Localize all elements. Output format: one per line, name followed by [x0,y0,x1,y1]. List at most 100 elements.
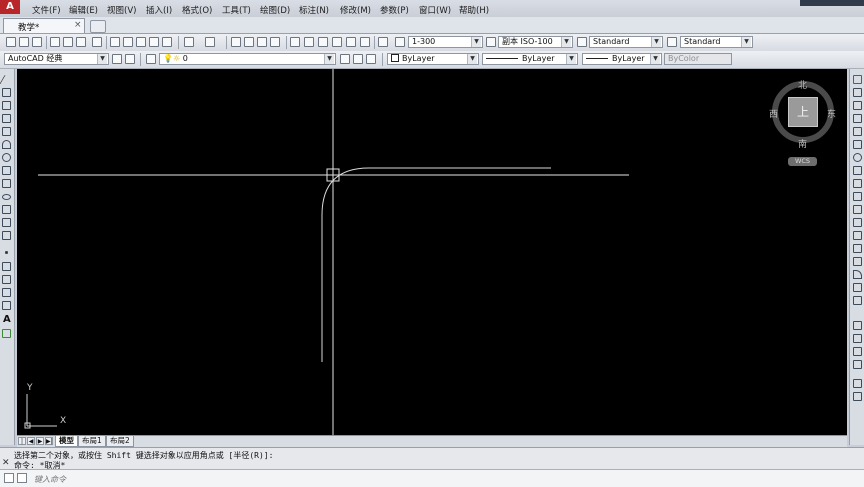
chamfer-icon[interactable] [853,257,862,266]
workspace-settings-icon[interactable] [112,54,122,64]
stretch-icon[interactable] [853,179,862,188]
command-input[interactable] [32,472,862,486]
design-center-icon[interactable] [304,37,314,47]
markup-icon[interactable] [346,37,356,47]
text-style-icon[interactable] [395,37,405,47]
join-icon[interactable] [853,244,862,253]
print-preview-icon[interactable] [63,37,73,47]
menu-file[interactable]: 文件(F) [32,4,61,16]
explode-icon[interactable] [853,296,862,305]
make-current-layer-icon[interactable] [340,54,350,64]
help-icon[interactable] [378,37,388,47]
viewcube-south[interactable]: 南 [798,137,807,150]
dim-style-select[interactable]: 副本 ISO-100 ▼ [498,36,573,48]
revision-cloud-icon[interactable] [2,166,11,175]
break-at-point-icon[interactable] [853,218,862,227]
drawing-canvas[interactable]: Y X 上 北 南 东 西 WCS [17,69,847,435]
open-file-icon[interactable] [19,37,29,47]
send-to-back-icon[interactable] [853,347,862,356]
prev-tab-icon[interactable]: ◀ [27,437,35,445]
add-selected-icon[interactable] [2,329,11,338]
draworder-icon[interactable] [853,321,862,330]
mirror-icon[interactable] [853,101,862,110]
text-to-front-icon[interactable] [853,379,862,388]
gradient-icon[interactable] [2,275,11,284]
window-controls[interactable] [800,0,864,6]
zoom-window-icon[interactable] [257,37,267,47]
wcs-menu-button[interactable]: WCS [788,157,817,166]
menu-view[interactable]: 视图(V) [107,4,136,16]
array-icon[interactable] [853,127,862,136]
document-tab[interactable]: 教学* × [3,18,85,33]
erase-icon[interactable] [853,75,862,84]
arc-icon[interactable] [2,140,11,149]
ellipse-icon[interactable] [2,194,11,200]
layer-state-icon[interactable] [366,54,376,64]
new-file-icon[interactable] [6,37,16,47]
hatch-to-back-icon[interactable] [853,392,862,401]
rotate-icon[interactable] [853,153,862,162]
bring-to-front-icon[interactable] [853,334,862,343]
menu-modify[interactable]: 修改(M) [340,4,371,16]
menu-tools[interactable]: 工具(T) [222,4,251,16]
trim-icon[interactable] [853,192,862,201]
table-icon[interactable] [2,301,11,310]
region-icon[interactable] [2,288,11,297]
annotation-scale-select[interactable]: 1-300 ▼ [408,36,483,48]
calculator-icon[interactable] [360,37,370,47]
bring-above-icon[interactable] [853,360,862,369]
first-tab-icon[interactable]: |◀ [18,437,26,453]
dim-style-icon[interactable] [486,37,496,47]
next-tab-icon[interactable]: ▶ [36,437,44,445]
ellipse-arc-icon[interactable] [2,205,11,214]
fillet-polyline[interactable] [321,167,551,362]
color-select[interactable]: ByLayer ▼ [387,53,479,65]
publish-icon[interactable] [76,37,86,47]
text-style-select[interactable]: Standard ▼ [589,36,663,48]
close-icon[interactable]: ✕ [2,458,10,468]
menu-draw[interactable]: 绘图(D) [260,4,290,16]
polygon-icon[interactable] [2,114,11,123]
menu-window[interactable]: 窗口(W) [419,4,451,16]
paste-icon[interactable] [136,37,146,47]
layer-previous-icon[interactable] [353,54,363,64]
recent-commands-icon[interactable] [17,473,27,483]
pan-icon[interactable] [231,37,241,47]
match-properties-icon[interactable] [149,37,159,47]
table-style-icon[interactable] [577,37,587,47]
menu-edit[interactable]: 编辑(E) [69,4,98,16]
copy-icon[interactable] [123,37,133,47]
layer-properties-icon[interactable] [146,54,156,64]
make-block-icon[interactable] [2,231,11,240]
3d-print-icon[interactable] [92,37,102,47]
new-tab-button[interactable] [90,20,106,33]
hatch-icon[interactable] [2,262,11,271]
circle-icon[interactable] [2,153,11,162]
move-icon[interactable] [853,140,862,149]
menu-help[interactable]: 帮助(H) [459,4,489,16]
polyline-icon[interactable] [2,101,11,110]
tab-model[interactable]: 模型 [55,436,78,447]
viewcube-east[interactable]: 东 [827,107,836,120]
workspace-select[interactable]: AutoCAD 经典 ▼ [4,53,109,65]
zoom-previous-icon[interactable] [270,37,280,47]
blend-curves-icon[interactable] [853,283,862,292]
lock-ui-icon[interactable] [125,54,135,64]
fillet-icon[interactable] [853,270,862,279]
cut-icon[interactable] [110,37,120,47]
block-editor-icon[interactable] [162,37,172,47]
close-tab-icon[interactable]: × [74,20,82,30]
menu-insert[interactable]: 插入(I) [146,4,172,16]
rectangle-icon[interactable] [2,127,11,136]
menu-dimension[interactable]: 标注(N) [299,4,329,16]
offset-icon[interactable] [853,114,862,123]
multiline-text-icon[interactable]: A [3,314,11,325]
table-style-select[interactable]: Standard ▼ [680,36,753,48]
sheet-set-icon[interactable] [332,37,342,47]
properties-icon[interactable] [290,37,300,47]
tab-layout2[interactable]: 布局2 [106,436,134,447]
last-tab-icon[interactable]: ▶| [45,437,53,445]
save-icon[interactable] [32,37,42,47]
multileader-style-icon[interactable] [667,37,677,47]
zoom-realtime-icon[interactable] [244,37,254,47]
